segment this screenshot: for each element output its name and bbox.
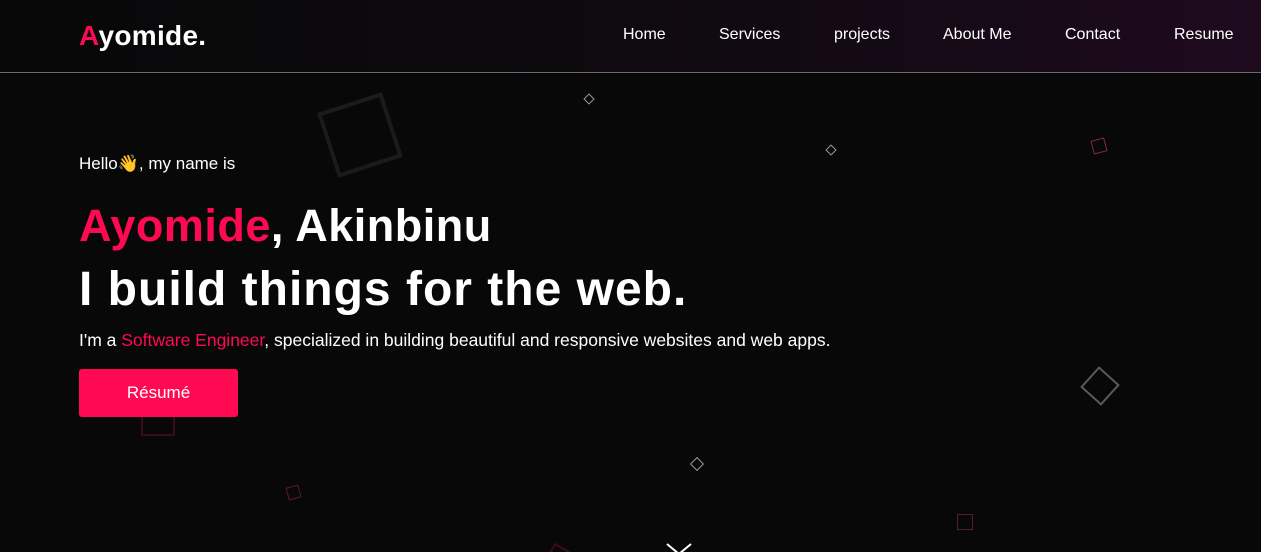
hero-greeting: Hello👋, my name is bbox=[79, 154, 236, 173]
decorative-square bbox=[583, 93, 595, 105]
nav-link-projects[interactable]: projects bbox=[834, 26, 890, 44]
decorative-square bbox=[689, 456, 705, 472]
chevron-down-icon[interactable] bbox=[664, 542, 694, 552]
hero-desc-prefix: I'm a bbox=[79, 330, 122, 350]
hero-name: Ayomide, Akinbinu bbox=[79, 200, 492, 252]
hero-last-name: , Akinbinu bbox=[270, 200, 492, 251]
decorative-square bbox=[1090, 137, 1108, 155]
decorative-square bbox=[957, 514, 973, 530]
nav-link-about-me[interactable]: About Me bbox=[943, 26, 1011, 44]
nav-link-contact[interactable]: Contact bbox=[1065, 26, 1120, 44]
resume-button[interactable]: Résumé bbox=[79, 369, 238, 417]
decorative-square bbox=[317, 92, 403, 178]
decorative-square bbox=[825, 144, 837, 156]
hero-description: I'm a Software Engineer, specialized in … bbox=[79, 330, 830, 351]
main-nav: Home Services projects About Me Contact … bbox=[0, 26, 1261, 46]
hero-tagline: I build things for the web. bbox=[79, 263, 688, 316]
hero-desc-role: Software Engineer bbox=[121, 330, 265, 350]
nav-link-home[interactable]: Home bbox=[623, 26, 666, 44]
portfolio-page: Ayomide. Home Services projects About Me… bbox=[0, 0, 1261, 552]
decorative-square bbox=[1080, 366, 1120, 406]
decorative-square bbox=[545, 542, 571, 552]
hero-first-name: Ayomide bbox=[79, 200, 271, 251]
decorative-square bbox=[285, 484, 302, 501]
nav-link-services[interactable]: Services bbox=[719, 26, 780, 44]
site-header: Ayomide. Home Services projects About Me… bbox=[0, 0, 1261, 73]
hero-desc-suffix: , specialized in building beautiful and … bbox=[264, 330, 831, 350]
nav-link-resume[interactable]: Resume bbox=[1174, 26, 1234, 44]
